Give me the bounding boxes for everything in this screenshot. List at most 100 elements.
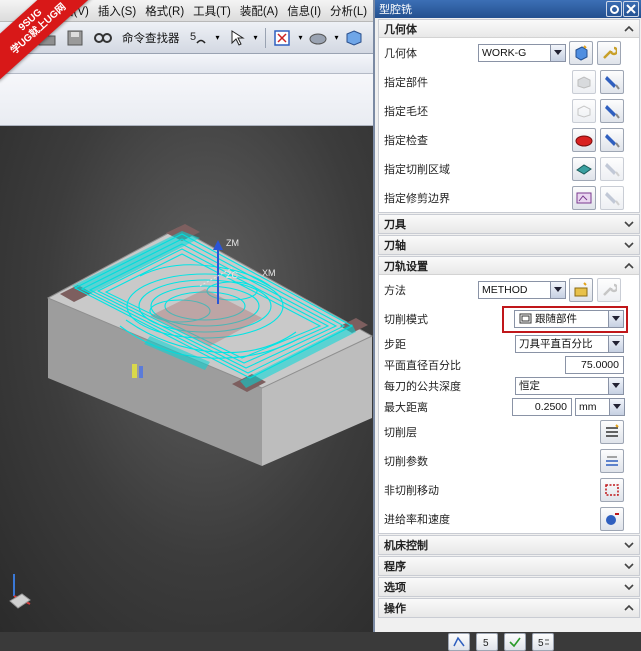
stepover-label: 步距 — [384, 338, 406, 351]
toolbar-divider — [264, 27, 266, 48]
menu-assembly[interactable]: 装配(A) — [240, 3, 278, 19]
edit-wrench-button[interactable] — [597, 277, 621, 302]
chevron-down-icon[interactable]: ▾ — [299, 33, 303, 42]
chevron-up-icon[interactable] — [624, 261, 634, 271]
save-icon[interactable] — [64, 27, 86, 49]
graphics-viewport[interactable]: ZM ZC XM — [0, 126, 373, 632]
fit-view-icon[interactable] — [271, 27, 293, 49]
program-header[interactable]: 程序 — [379, 557, 639, 575]
chevron-down-icon[interactable] — [624, 582, 634, 592]
menu-analysis[interactable]: 分析(L) — [330, 3, 367, 19]
method-label: 方法 — [384, 284, 406, 297]
chevron-down-icon — [608, 377, 623, 394]
geometry-header-label: 几何体 — [384, 23, 417, 36]
display-flashlight-icon[interactable] — [600, 127, 624, 152]
common-depth-label: 每刀的公共深度 — [384, 380, 461, 393]
cut-params-row: 切削参数 — [379, 446, 639, 475]
stepover-select[interactable]: 刀具平直百分比 — [515, 334, 624, 353]
toolbar-strip — [0, 74, 373, 126]
replay-icon[interactable]: 5 — [476, 633, 498, 651]
geometry-select[interactable]: WORK-G — [478, 43, 566, 62]
display-flashlight-icon[interactable] — [600, 185, 624, 210]
command-finder-label[interactable]: 命令查找器 — [122, 30, 180, 46]
command-finder-icon[interactable] — [92, 27, 114, 49]
dialog-title-bar: 型腔铣 — [375, 0, 641, 18]
path-settings-header[interactable]: 刀轨设置 — [379, 257, 639, 275]
view-triad — [9, 574, 31, 609]
shading-icon[interactable] — [307, 27, 329, 49]
non-cut-moves-button[interactable] — [600, 477, 624, 502]
list-icon[interactable]: 5 — [532, 633, 554, 651]
geometry-section: 几何体 几何体 WORK-G 指定部件 指定毛坯 指定检查 指定切削区域 指定修… — [378, 19, 640, 213]
cut-pattern-select[interactable]: 跟随部件 — [514, 309, 624, 328]
display-flashlight-icon[interactable] — [600, 98, 624, 123]
specify-trim-label: 指定修剪边界 — [384, 192, 450, 205]
tool-section: 刀具 — [378, 214, 640, 234]
geometry-label: 几何体 — [384, 47, 417, 60]
max-distance-input[interactable]: 0.2500 — [512, 397, 572, 416]
specify-part-button[interactable] — [572, 69, 596, 94]
feeds-speeds-button[interactable] — [600, 506, 624, 531]
machine-control-header[interactable]: 机床控制 — [379, 536, 639, 554]
path-settings-section: 刀轨设置 方法 METHOD 切削模式 跟随部件 步距 刀具平直百分比 平面直径… — [378, 256, 640, 534]
dialog-title: 型腔铣 — [379, 4, 412, 16]
tool-header[interactable]: 刀具 — [379, 215, 639, 233]
chevron-down-icon[interactable]: ▾ — [216, 33, 220, 42]
tool-axis-header[interactable]: 刀轴 — [379, 236, 639, 254]
geometry-header[interactable]: 几何体 — [379, 20, 639, 38]
undo-icon[interactable]: 5 — [188, 27, 210, 49]
cube-view-icon[interactable] — [343, 27, 365, 49]
method-select[interactable]: METHOD — [478, 280, 566, 299]
diameter-percent-input[interactable]: 75.0000 — [565, 355, 624, 374]
new-method-button[interactable] — [569, 277, 593, 302]
svg-text:5: 5 — [483, 638, 489, 648]
chevron-down-icon[interactable] — [624, 219, 634, 229]
common-depth-row: 每刀的公共深度 恒定 — [379, 375, 639, 396]
menu-information[interactable]: 信息(I) — [287, 3, 321, 19]
menu-tools[interactable]: 工具(T) — [193, 3, 231, 19]
chevron-down-icon[interactable]: ▾ — [335, 33, 339, 42]
cut-pattern-select-value: 跟随部件 — [535, 313, 577, 325]
chevron-down-icon[interactable] — [624, 540, 634, 550]
axis-label-xm: XM — [262, 268, 276, 278]
specify-part-label: 指定部件 — [384, 76, 428, 89]
options-header[interactable]: 选项 — [379, 578, 639, 596]
chevron-up-icon[interactable] — [624, 24, 634, 34]
specify-trim-button[interactable] — [572, 185, 596, 210]
close-icon[interactable] — [623, 1, 639, 17]
select-arrow-icon[interactable] — [226, 27, 248, 49]
feeds-speeds-row: 进给率和速度 — [379, 504, 639, 533]
actions-section: 操作 — [378, 598, 640, 618]
menu-insert[interactable]: 插入(S) — [98, 3, 136, 19]
specify-cut-area-button[interactable] — [572, 156, 596, 181]
non-cut-moves-label: 非切削移动 — [384, 484, 439, 497]
cut-levels-row: 切削层 — [379, 417, 639, 446]
specify-blank-button[interactable] — [572, 98, 596, 123]
specify-check-button[interactable] — [572, 127, 596, 152]
new-geometry-button[interactable] — [569, 40, 593, 65]
actions-header[interactable]: 操作 — [379, 599, 639, 617]
max-distance-unit-value: mm — [579, 400, 597, 413]
method-select-value: METHOD — [482, 283, 528, 296]
generate-icon[interactable] — [448, 633, 470, 651]
specify-check-label: 指定检查 — [384, 134, 428, 147]
chevron-down-icon[interactable] — [624, 240, 634, 250]
display-flashlight-icon[interactable] — [600, 69, 624, 94]
chevron-down-icon[interactable]: ▾ — [254, 33, 258, 42]
specify-cut-area-label: 指定切削区域 — [384, 163, 450, 176]
display-flashlight-icon[interactable] — [600, 156, 624, 181]
chevron-up-icon[interactable] — [624, 603, 634, 613]
verify-icon[interactable] — [504, 633, 526, 651]
stepover-row: 步距 刀具平直百分比 — [379, 333, 639, 354]
settings-gear-icon[interactable] — [606, 1, 622, 17]
cut-levels-button[interactable] — [600, 419, 624, 444]
menu-format[interactable]: 格式(R) — [145, 3, 184, 19]
edit-wrench-button[interactable] — [597, 40, 621, 65]
axis-label-zm: ZM — [226, 238, 239, 248]
specify-check-row: 指定检查 — [379, 125, 639, 154]
common-depth-select[interactable]: 恒定 — [515, 376, 624, 395]
cut-params-button[interactable] — [600, 448, 624, 473]
marker — [139, 366, 143, 378]
chevron-down-icon[interactable] — [624, 561, 634, 571]
max-distance-unit-select[interactable]: mm — [575, 397, 625, 416]
